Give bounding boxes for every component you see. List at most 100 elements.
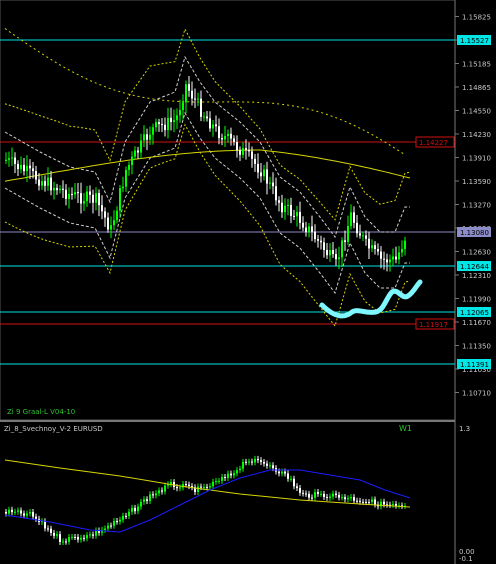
candle-body [296,211,298,217]
level-price-label: 1.12644 [460,263,489,271]
subpanel-axis-top: 1.3 [459,425,470,433]
candle-body [14,157,16,164]
candle-body [44,181,46,186]
price-axis[interactable]: 1.158251.155051.151851.148651.145501.142… [455,14,491,398]
sub-candle-body [164,485,166,492]
price-tick-label: 1.11670 [462,319,491,327]
sub-candle-body [272,465,274,469]
sub-candle-body [89,534,91,536]
sub-candle-body [104,528,106,530]
candle-body [167,117,169,131]
candle-body [206,116,208,119]
candle-body [155,122,157,128]
level-price-label: 1.15527 [460,37,489,45]
candle-body [377,249,379,252]
candle-body [230,133,232,139]
sub-candle-body [44,521,46,529]
sub-candle-body [224,477,226,479]
sub-candle-body [8,509,10,514]
sub-candle-body [365,501,367,503]
candle-body [329,250,331,256]
sub-candle-body [140,501,142,507]
main-chart-frame [0,0,456,421]
sub-candle-body [218,480,220,482]
candle-body [275,186,277,201]
candle-body [209,118,211,129]
candle-body [11,157,13,159]
sub-candle-body [62,541,64,543]
subpanel-timeframe: W1 [399,424,412,433]
price-tick-label: 1.13590 [462,178,491,186]
price-tick-label: 1.11990 [462,296,491,304]
sub-candle-body [266,463,268,466]
sub-candle-body [329,496,331,498]
sub-candle-body [83,537,85,539]
sub-candle-body [284,471,286,474]
sub-candle-body [305,493,307,495]
candle-body [242,148,244,155]
candle-body [65,189,67,199]
candle-body [245,148,247,150]
candle-body [395,256,397,260]
candle-body [29,165,31,169]
sub-candle-body [20,510,22,514]
sub-candle-body [281,471,283,474]
sub-candle-body [332,493,334,497]
main-candles [5,75,406,272]
candle-body [77,192,79,194]
sub-candle-body [212,481,214,487]
price-tick-label: 1.12630 [462,249,491,257]
sub-candle-body [323,493,325,497]
candle-body [128,165,130,170]
sub-candle-body [362,501,364,503]
sub-candle-body [59,534,61,542]
candle-body [95,193,97,203]
candle-body [263,169,265,177]
sub-candle-body [41,521,43,523]
sub-candle-body [347,498,349,500]
sub-candle-body [86,535,88,539]
candle-body [131,156,133,166]
sub-candle-body [233,473,235,476]
price-tick-label: 1.15185 [462,61,491,69]
sub-candle-body [179,487,181,489]
candle-body [293,215,295,217]
sub-candle-body [197,486,199,492]
candle-body [140,140,142,153]
sub-candle-body [17,510,19,512]
candle-body [251,151,253,159]
candle-body [188,84,190,91]
candle-body [59,188,61,191]
candle-body [41,181,43,186]
candle-body [341,240,343,258]
sub-candle-body [236,470,238,474]
sub-candle-body [287,473,289,479]
sub-candle-body [137,506,139,512]
sub-candle-body [29,512,31,514]
sub-candle-body [335,493,337,495]
candle-body [200,98,202,117]
sub-candle-body [119,519,121,522]
price-tick-label: 1.15825 [462,14,491,22]
sub-candle-body [245,461,247,463]
inner-band-upper [4,55,410,239]
chart-window[interactable]: 1.158251.155051.151851.148651.145501.142… [0,0,496,564]
sub-candle-body [185,484,187,486]
candle-body [53,187,55,191]
candle-body [320,240,322,243]
sub-candle-body [338,494,340,498]
candle-body [20,164,22,170]
sub-candle-body [293,478,295,487]
candle-body [146,134,148,140]
candle-body [92,194,94,203]
sub-candle-body [248,461,250,463]
sub-candle-body [149,494,151,502]
sub-candle-body [113,521,115,526]
sub-candle-body [278,471,280,474]
sub-candle-body [188,484,190,487]
sub-candle-body [299,488,301,493]
level-price-label: 1.13080 [460,229,489,237]
sub-candle-body [80,537,82,540]
candle-body [386,259,388,263]
candle-body [110,225,112,230]
